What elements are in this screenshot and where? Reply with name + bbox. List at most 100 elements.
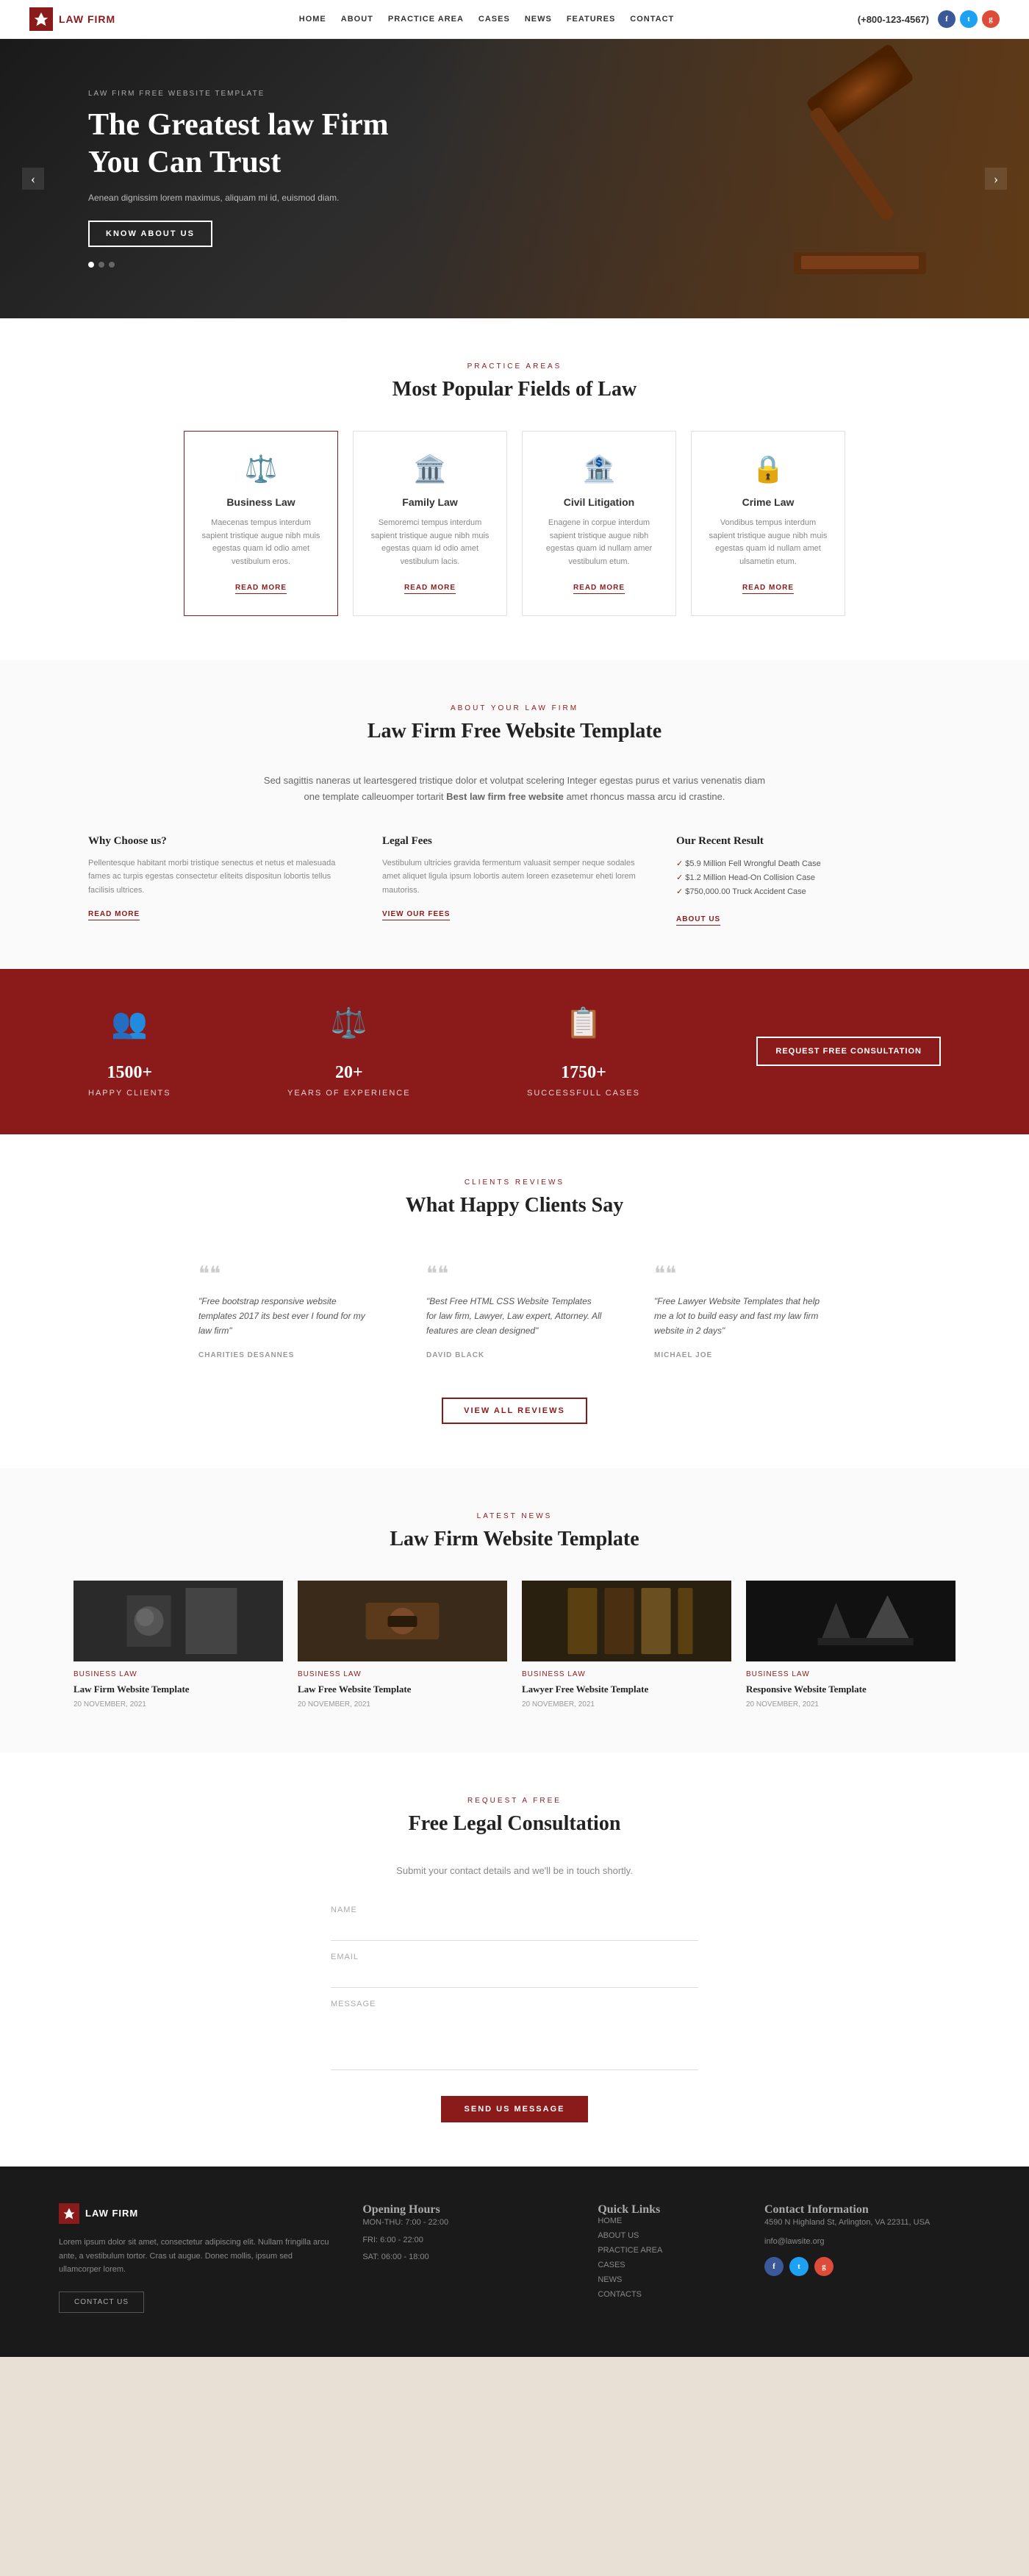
news-cat-2: BUSINESS LAW xyxy=(298,1670,507,1678)
submit-button[interactable]: SEND US MESSAGE xyxy=(441,2096,589,2122)
nav-features[interactable]: FEATURES xyxy=(567,15,615,24)
practice-card-civil: 🏦 Civil Litigation Enagene in corpue int… xyxy=(522,431,676,616)
footer-contact-col: Contact Information 4590 N Highland St, … xyxy=(764,2203,970,2313)
about-subtitle: Sed sagittis naneras ut leartesgered tri… xyxy=(257,773,772,805)
footer-twitter-icon[interactable]: t xyxy=(789,2257,808,2276)
message-input[interactable] xyxy=(331,2011,698,2070)
facebook-icon[interactable]: f xyxy=(938,10,956,28)
phone-number: (+800-123-4567) xyxy=(858,14,929,25)
email-label: EMAIL xyxy=(331,1953,698,1961)
email-input[interactable] xyxy=(331,1964,698,1988)
business-law-link[interactable]: READ MORE xyxy=(235,584,287,594)
business-law-icon: ⚖️ xyxy=(199,454,323,484)
footer-email: info@lawsite.org xyxy=(764,2236,970,2249)
review-2-author: DAVID BLACK xyxy=(426,1351,484,1359)
family-law-link[interactable]: READ MORE xyxy=(404,584,456,594)
view-all-reviews-button[interactable]: VIEW ALL REVIEWS xyxy=(442,1398,587,1424)
nav-news[interactable]: NEWS xyxy=(525,15,552,24)
consultation-button[interactable]: REQUEST FREE CONSULTATION xyxy=(756,1037,941,1066)
hero-section: ‹ LAW FIRM FREE WEBSITE TEMPLATE The Gre… xyxy=(0,39,1029,318)
quote-icon-3: ❝❝ xyxy=(654,1262,831,1287)
footer-link-about[interactable]: ABOUT US xyxy=(598,2231,735,2240)
practice-card-family: 🏛️ Family Law Semoremci tempus interdum … xyxy=(353,431,507,616)
footer-hours-3: SAT: 06:00 - 18:00 xyxy=(362,2251,568,2264)
logo[interactable]: LAW FIRM xyxy=(29,7,115,31)
quote-icon-1: ❝❝ xyxy=(198,1262,375,1287)
stats-section: 👥 1500+ HAPPY CLIENTS ⚖️ 20+ YEARS OF EX… xyxy=(0,969,1029,1134)
experience-icon: ⚖️ xyxy=(287,1006,411,1040)
reviews-section: CLIENTS REVIEWS What Happy Clients Say ❝… xyxy=(0,1134,1029,1468)
practice-tag: PRACTICE AREAS xyxy=(29,362,1000,371)
practice-title: Most Popular Fields of Law xyxy=(29,378,1000,401)
hero-dot-1[interactable] xyxy=(88,262,94,268)
civil-law-text: Enagene in corpue interdum sapient trist… xyxy=(537,517,661,568)
footer-description: Lorem ipsum dolor sit amet, consectetur … xyxy=(59,2236,333,2277)
news-card-3: BUSINESS LAW Lawyer Free Website Templat… xyxy=(522,1581,731,1709)
googleplus-icon[interactable]: g xyxy=(982,10,1000,28)
footer-hours-1: MON-THU: 7:00 - 22:00 xyxy=(362,2217,568,2230)
why-choose-title: Why Choose us? xyxy=(88,835,353,848)
clients-number: 1500+ xyxy=(88,1049,171,1084)
nav-home[interactable]: HOME xyxy=(299,15,326,24)
reviews-tag: CLIENTS REVIEWS xyxy=(29,1178,1000,1187)
recent-result-title: Our Recent Result xyxy=(676,835,941,848)
name-input[interactable] xyxy=(331,1917,698,1941)
business-law-title: Business Law xyxy=(199,496,323,508)
crime-law-link[interactable]: READ MORE xyxy=(742,584,794,594)
header-right: (+800-123-4567) f t g xyxy=(858,10,1000,28)
why-choose-link[interactable]: READ MORE xyxy=(88,910,140,920)
message-group: MESSAGE xyxy=(331,2000,698,2074)
footer-link-practice[interactable]: PRACTICE AREA xyxy=(598,2246,735,2255)
news-title-2[interactable]: Law Free Website Template xyxy=(298,1683,507,1696)
footer-grid: LAW FIRM Lorem ipsum dolor sit amet, con… xyxy=(59,2203,970,2313)
footer-facebook-icon[interactable]: f xyxy=(764,2257,784,2276)
footer-hours-content: MON-THU: 7:00 - 22:00 FRI: 6:00 - 22:00 … xyxy=(362,2217,568,2264)
consult-desc: Submit your contact details and we'll be… xyxy=(88,1865,941,1876)
footer-contact-button[interactable]: CONTACT US xyxy=(59,2291,144,2313)
logo-icon xyxy=(29,7,53,31)
news-grid: BUSINESS LAW Law Firm Website Template 2… xyxy=(74,1581,956,1709)
nav-contact[interactable]: CONTACT xyxy=(630,15,674,24)
footer-link-contacts[interactable]: CONTACTS xyxy=(598,2290,735,2299)
civil-law-link[interactable]: READ MORE xyxy=(573,584,625,594)
hero-dot-3[interactable] xyxy=(109,262,115,268)
footer-link-home[interactable]: HOME xyxy=(598,2217,735,2225)
nav-practice[interactable]: PRACTICE AREA xyxy=(388,15,464,24)
footer-link-cases[interactable]: CASES xyxy=(598,2261,735,2269)
news-date-4: 20 NOVEMBER, 2021 xyxy=(746,1700,956,1709)
crime-law-text: Vondibus tempus interdum sapient tristiq… xyxy=(706,517,830,568)
cases-number: 1750+ xyxy=(527,1049,640,1084)
crime-law-icon: 🔒 xyxy=(706,454,830,484)
news-title-4[interactable]: Responsive Website Template xyxy=(746,1683,956,1696)
business-law-text: Maecenas tempus interdum sapient tristiq… xyxy=(199,517,323,568)
twitter-icon[interactable]: t xyxy=(960,10,978,28)
stat-experience: ⚖️ 20+ YEARS OF EXPERIENCE xyxy=(287,1006,411,1098)
nav-cases[interactable]: CASES xyxy=(478,15,510,24)
hero-dot-2[interactable] xyxy=(98,262,104,268)
nav-about[interactable]: ABOUT xyxy=(341,15,373,24)
news-img-3 xyxy=(522,1581,731,1661)
legal-fees-link[interactable]: VIEW OUR FEES xyxy=(382,910,450,920)
stat-clients: 👥 1500+ HAPPY CLIENTS xyxy=(88,1006,171,1098)
stat-cases: 📋 1750+ SUCCESSFULL CASES xyxy=(527,1006,640,1098)
hero-cta-button[interactable]: KNOW ABOUT US xyxy=(88,221,212,247)
hero-dots xyxy=(88,262,389,268)
cases-icon: 📋 xyxy=(527,1006,640,1040)
news-img-4 xyxy=(746,1581,956,1661)
result-3: $750,000.00 Truck Accident Case xyxy=(676,884,941,898)
hero-description: Aenean dignissim lorem maximus, aliquam … xyxy=(88,193,382,203)
family-law-icon: 🏛️ xyxy=(368,454,492,484)
review-1-author: CHARITIES DESANNES xyxy=(198,1351,294,1359)
news-title-1[interactable]: Law Firm Website Template xyxy=(74,1683,283,1696)
legal-fees-title: Legal Fees xyxy=(382,835,647,848)
footer-googleplus-icon[interactable]: g xyxy=(814,2257,833,2276)
reviews-grid: ❝❝ "Free bootstrap responsive website te… xyxy=(184,1247,845,1375)
about-col-results: Our Recent Result $5.9 Million Fell Wron… xyxy=(676,835,941,925)
footer-link-news[interactable]: NEWS xyxy=(598,2275,735,2284)
crime-law-title: Crime Law xyxy=(706,496,830,508)
quote-icon-2: ❝❝ xyxy=(426,1262,603,1287)
news-title-3[interactable]: Lawyer Free Website Template xyxy=(522,1683,731,1696)
hero-content: LAW FIRM FREE WEBSITE TEMPLATE The Great… xyxy=(0,90,477,268)
results-link[interactable]: ABOUT US xyxy=(676,915,720,926)
hero-next-button[interactable]: › xyxy=(985,168,1007,190)
